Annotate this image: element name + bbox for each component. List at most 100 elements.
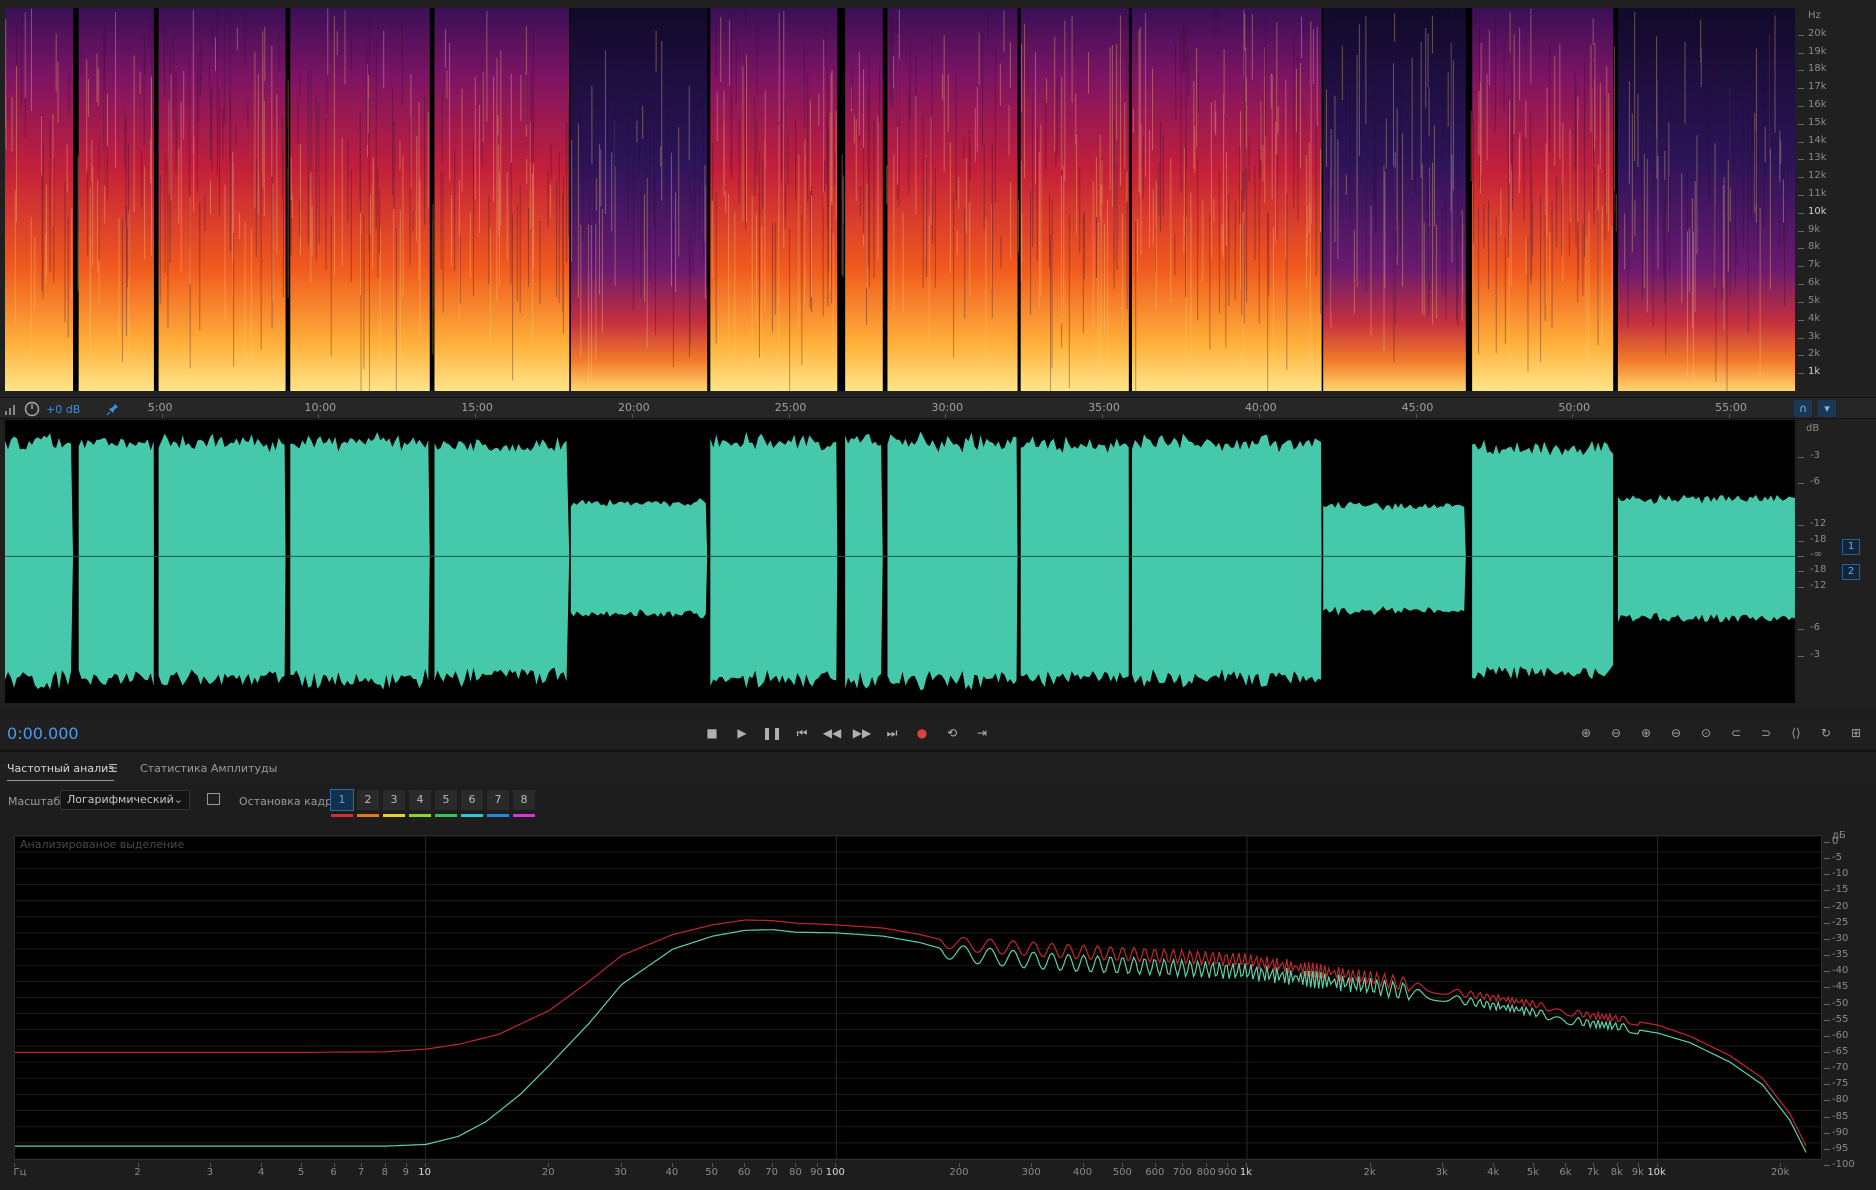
db-tick-label: 0 xyxy=(1832,836,1839,847)
freeze-frame-color xyxy=(513,814,535,817)
axis-tick-mark xyxy=(1824,874,1830,876)
fast-forward-button[interactable]: ▶▶ xyxy=(850,722,874,744)
axis-tick-mark xyxy=(1824,1165,1830,1166)
zoom-in-time-icon[interactable]: ⊕ xyxy=(1634,722,1658,744)
analysis-tabs: Частотный анализ ☰ Статистика Амплитуды xyxy=(0,754,1876,784)
stop-button[interactable]: ■ xyxy=(700,722,724,744)
tab-amplitude-statistics[interactable]: Статистика Амплитуды xyxy=(140,762,277,775)
waveform-segment xyxy=(570,498,708,619)
zoom-both-icon[interactable]: ⟨⟩ xyxy=(1784,722,1808,744)
frequency-chart[interactable]: Анализированое выделение xyxy=(14,835,1822,1160)
zoom-menu-icon[interactable]: ⊞ xyxy=(1844,722,1868,744)
zoom-in-right-icon[interactable]: ⊃ xyxy=(1754,722,1778,744)
zoom-in-left-icon[interactable]: ⊂ xyxy=(1724,722,1748,744)
axis-tick-mark xyxy=(1798,52,1804,54)
db-axis: дБ 0 -5 -10 -15 -20 -25 -30 -35 -40 -45 -50 -55 -60 -6… xyxy=(1824,830,1876,1170)
waveform-segment xyxy=(5,433,74,690)
frequency-tick-label: 18k xyxy=(1808,63,1827,75)
hz-tick-label: 1k xyxy=(1239,1167,1253,1178)
freeze-frame-button-4[interactable]: 4 xyxy=(409,790,431,817)
channel-1-toggle[interactable]: 1 xyxy=(1842,539,1860,555)
spectrogram-band xyxy=(1472,8,1614,391)
zoom-out-full-icon[interactable]: ⊖ xyxy=(1664,722,1688,744)
freeze-frame-button-2[interactable]: 2 xyxy=(357,790,379,817)
spectrum-series-1 xyxy=(15,919,1807,1147)
ruler-label: 15:00 xyxy=(461,401,493,414)
waveform-view[interactable] xyxy=(5,420,1795,703)
axis-tick-mark xyxy=(1798,141,1804,143)
frequency-analysis-panel: Анализированое выделение дБ 0 -5 -10 -15 -20-… xyxy=(0,830,1876,1190)
gain-knob-icon[interactable] xyxy=(24,401,40,417)
db-tick-label: -35 xyxy=(1832,949,1849,961)
axis-tick-mark xyxy=(1798,301,1804,303)
go-to-start-button[interactable]: ⏮ xyxy=(790,722,814,744)
loop-button[interactable]: ⟲ xyxy=(940,722,964,744)
hz-tick-label: 3k xyxy=(1435,1167,1448,1178)
hz-tick-label: 2 xyxy=(134,1167,141,1178)
scale-dropdown[interactable]: Логарифмический ⌄ xyxy=(60,790,190,810)
axis-tick-mark xyxy=(1798,212,1804,214)
frequency-unit: Hz xyxy=(1808,10,1821,21)
reset-zoom-icon[interactable]: ↻ xyxy=(1814,722,1838,744)
axis-tick-mark xyxy=(1824,1100,1830,1102)
gain-control[interactable]: +0 dB xyxy=(4,400,120,418)
copy-icon[interactable] xyxy=(207,793,220,805)
play-button[interactable]: ▶ xyxy=(730,722,754,744)
frequency-tick-label: 12k xyxy=(1808,170,1827,182)
frequency-tick-label: 5k xyxy=(1808,294,1821,306)
zoom-out-amplitude-icon[interactable]: ⊖ xyxy=(1604,722,1628,744)
spectral-display[interactable]: Hz 20k 19k 18k 17k 16k 15k 14k 13k 12k 11k 10k 9k 8k 7… xyxy=(0,0,1876,397)
axis-tick-mark xyxy=(1824,987,1830,989)
spectrogram-view[interactable] xyxy=(5,8,1795,391)
freeze-frame-button-7[interactable]: 7 xyxy=(487,790,509,817)
hz-tick-label: 100 xyxy=(825,1167,845,1178)
panel-divider[interactable] xyxy=(0,750,1876,752)
ruler-tick xyxy=(1258,414,1260,418)
freeze-frame-button-3[interactable]: 3 xyxy=(383,790,405,817)
waveform-display[interactable]: dB -3 -6 -12 -18 -∞ -18 -12 -6 -3 1 2 xyxy=(0,419,1876,707)
amplitude-tick-label: -12 xyxy=(1810,579,1827,591)
marker-icon[interactable]: ▾ xyxy=(1818,400,1836,417)
panel-menu-icon[interactable]: ☰ xyxy=(108,762,118,775)
pin-icon[interactable] xyxy=(106,402,120,416)
axis-tick-mark xyxy=(1798,105,1804,107)
hz-tick-label: 6k xyxy=(1559,1167,1572,1178)
headphones-icon[interactable]: ∩ xyxy=(1794,400,1812,417)
hz-tick-label: 400 xyxy=(1072,1167,1093,1178)
hz-tick-label: 9 xyxy=(402,1167,410,1178)
axis-tick-mark xyxy=(1798,524,1804,526)
ruler-tick xyxy=(161,414,163,418)
freeze-frame-button-1[interactable]: 1 xyxy=(330,789,354,817)
freeze-frame-button-8[interactable]: 8 xyxy=(513,790,535,817)
frequency-tick-label: 19k xyxy=(1808,45,1827,57)
freeze-frame-button-6[interactable]: 6 xyxy=(461,790,483,817)
axis-tick-mark xyxy=(1824,922,1830,924)
record-button[interactable]: ● xyxy=(910,722,934,744)
axis-tick-mark xyxy=(1798,230,1804,232)
axis-tick-mark xyxy=(1824,955,1830,957)
freeze-frame-button-label: 5 xyxy=(442,793,450,806)
hz-tick-label: 7k xyxy=(1586,1167,1600,1178)
axis-tick-mark xyxy=(1798,319,1804,321)
axis-tick-mark xyxy=(1824,1116,1830,1118)
db-tick-label: -5 xyxy=(1832,852,1842,864)
ruler-label: 5:00 xyxy=(147,401,173,414)
db-tick-label: -25 xyxy=(1832,916,1849,928)
waveform-segment xyxy=(78,438,154,687)
zoom-in-amplitude-icon[interactable]: ⊕ xyxy=(1574,722,1598,744)
zoom-selection-icon[interactable]: ⊙ xyxy=(1694,722,1718,744)
channel-2-toggle[interactable]: 2 xyxy=(1842,564,1860,580)
tab-frequency-analysis[interactable]: Частотный анализ xyxy=(7,762,115,781)
pause-button[interactable]: ❚❚ xyxy=(760,722,784,744)
go-to-end-button[interactable]: ⏭ xyxy=(880,722,904,744)
axis-tick-mark xyxy=(1798,456,1804,458)
ruler-label: 35:00 xyxy=(1088,401,1120,414)
axis-tick-mark xyxy=(1798,70,1804,72)
freeze-frame-button-5[interactable]: 5 xyxy=(435,790,457,817)
frequency-tick-label: 17k xyxy=(1808,81,1827,93)
rewind-button[interactable]: ◀◀ xyxy=(820,722,844,744)
chart-title: Анализированое выделение xyxy=(20,838,185,851)
time-ruler[interactable]: +0 dB 5:00 10:00 15:00 20:00 25:00 30:00 35:00… xyxy=(0,397,1876,419)
db-tick-label: -10 xyxy=(1832,868,1849,880)
skip-selection-button[interactable]: ⇥ xyxy=(970,722,994,744)
